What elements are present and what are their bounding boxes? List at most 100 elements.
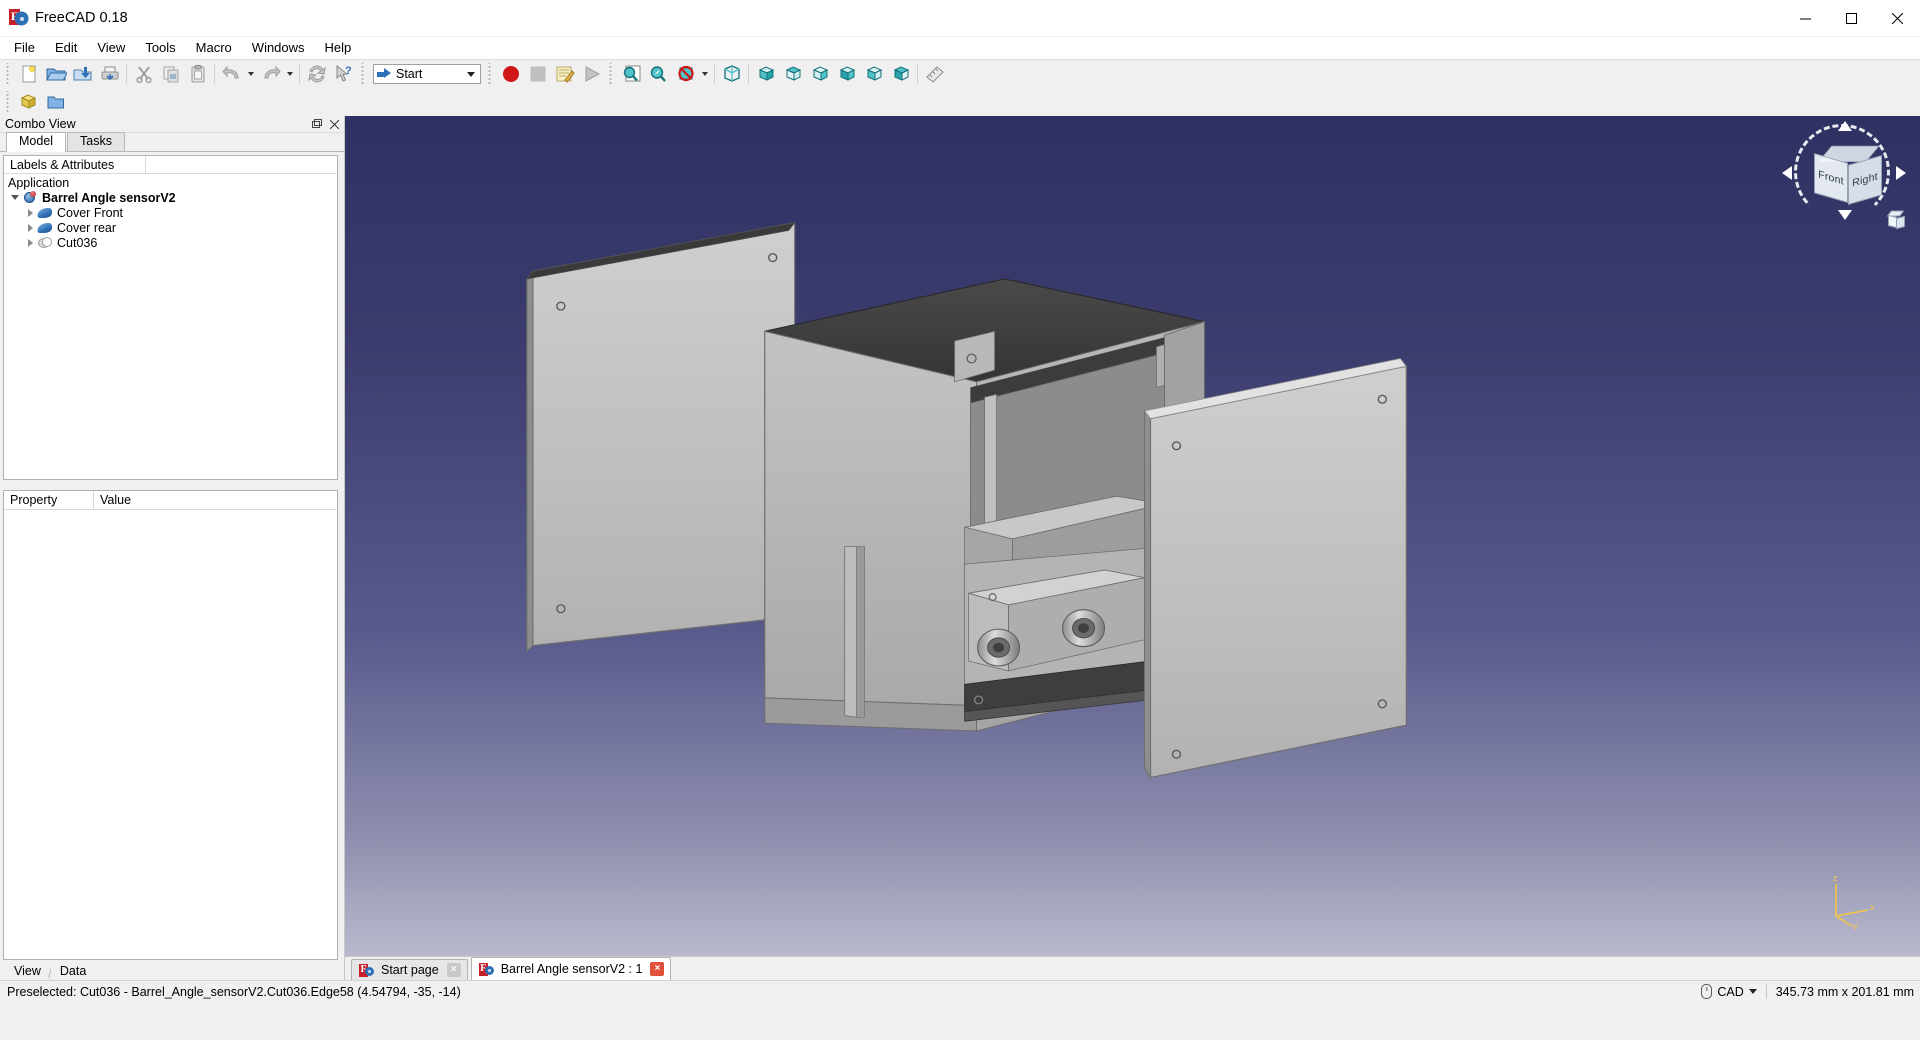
macro-stop-icon[interactable] <box>524 61 551 87</box>
undo-dropdown-arrow[interactable] <box>245 61 257 87</box>
property-editor-body[interactable] <box>4 510 337 959</box>
fit-all-icon[interactable] <box>618 61 645 87</box>
toolbar-separator <box>126 64 127 84</box>
nav-cube-right-face[interactable]: Right <box>1848 155 1882 205</box>
paste-icon[interactable] <box>184 61 211 87</box>
open-document-icon[interactable] <box>42 61 69 87</box>
menu-file-label: File <box>14 39 35 55</box>
copy-icon[interactable] <box>157 61 184 87</box>
nav-cube-faces[interactable]: Front Right <box>1808 136 1882 208</box>
toolbar-row-1: ? Start <box>0 60 1920 88</box>
close-button[interactable] <box>1874 0 1920 37</box>
nav-arrow-left-icon[interactable] <box>1782 166 1792 180</box>
menu-macro[interactable]: Macro <box>186 38 242 58</box>
document-tab-barrel-angle-sensorv2[interactable]: F Barrel Angle sensorV2 : 1 × <box>470 957 672 980</box>
front-view-icon[interactable] <box>752 61 779 87</box>
minimize-button[interactable] <box>1782 0 1828 37</box>
toolbar-drag-handle[interactable] <box>5 91 12 113</box>
status-bar: Preselected: Cut036 - Barrel_Angle_senso… <box>0 980 1920 1002</box>
toolbar-drag-handle[interactable] <box>608 63 615 85</box>
toolbar-drag-handle[interactable] <box>487 63 494 85</box>
navigation-cube[interactable]: Front Right <box>1772 121 1912 252</box>
cover-rear-plate[interactable] <box>525 221 796 653</box>
cad-model[interactable] <box>345 116 1920 956</box>
macros-icon[interactable] <box>551 61 578 87</box>
rear-view-icon[interactable] <box>833 61 860 87</box>
menu-edit[interactable]: Edit <box>45 38 87 58</box>
cover-front-plate[interactable] <box>1143 358 1408 780</box>
chevron-down-icon[interactable] <box>8 191 22 205</box>
tab-tasks-label: Tasks <box>80 134 112 148</box>
menu-view[interactable]: View <box>87 38 135 58</box>
document-tab-start-page[interactable]: F Start page × <box>351 959 468 980</box>
toolbar-drag-handle[interactable] <box>5 63 12 85</box>
right-view-icon[interactable] <box>806 61 833 87</box>
menu-file[interactable]: File <box>4 38 45 58</box>
part-feature-icon <box>36 221 54 235</box>
combo-view-panel: Combo View Model Tasks Labels & Attribut… <box>0 116 344 980</box>
tree-item-cut036[interactable]: Cut036 <box>4 235 337 250</box>
print-document-icon[interactable] <box>96 61 123 87</box>
tab-data[interactable]: Data <box>50 962 96 979</box>
navigation-mode-selector[interactable]: CAD <box>1701 984 1757 999</box>
bottom-view-icon[interactable] <box>860 61 887 87</box>
save-document-icon[interactable] <box>69 61 96 87</box>
draw-style-dropdown-arrow[interactable] <box>699 61 711 87</box>
refresh-icon[interactable] <box>303 61 330 87</box>
create-part-icon[interactable] <box>15 89 42 115</box>
tree-root-application[interactable]: Application <box>4 175 337 190</box>
model-tree[interactable]: Labels & Attributes Application Barrel A… <box>3 155 338 480</box>
whats-this-icon[interactable]: ? <box>330 61 357 87</box>
tree-item-cover-front[interactable]: Cover Front <box>4 205 337 220</box>
menu-windows[interactable]: Windows <box>242 38 315 58</box>
tree-item-label: Cover rear <box>57 220 117 235</box>
nav-cube-front-face[interactable]: Front <box>1814 153 1848 203</box>
menu-windows-label: Windows <box>251 39 305 55</box>
draw-style-icon[interactable] <box>672 61 699 87</box>
tree-item-cover-rear[interactable]: Cover rear <box>4 220 337 235</box>
menu-help[interactable]: Help <box>315 38 362 58</box>
3d-viewport[interactable]: Front Right z x y <box>345 116 1920 956</box>
chevron-right-icon[interactable] <box>23 206 37 220</box>
tab-view[interactable]: View <box>5 962 50 979</box>
top-view-icon[interactable] <box>779 61 806 87</box>
tree-item-barrel-angle-sensorv2[interactable]: Barrel Angle sensorV2 <box>4 190 337 205</box>
toolbar-separator <box>714 64 715 84</box>
create-group-icon[interactable] <box>42 89 69 115</box>
toolbar-drag-handle[interactable] <box>360 63 367 85</box>
redo-dropdown-arrow[interactable] <box>284 61 296 87</box>
property-editor[interactable]: Property Value <box>3 490 338 960</box>
close-tab-button[interactable]: × <box>650 962 665 976</box>
property-column-value: Value <box>100 493 132 507</box>
menu-tools[interactable]: Tools <box>135 38 185 58</box>
nav-cube-home-icon[interactable] <box>1886 210 1906 230</box>
tree-column-labels: Labels & Attributes <box>4 156 146 173</box>
nav-arrow-right-icon[interactable] <box>1896 166 1906 180</box>
close-panel-button[interactable] <box>327 117 341 131</box>
property-editor-header: Property Value <box>4 491 337 510</box>
undo-icon[interactable] <box>218 61 245 87</box>
internal-sensor-assembly[interactable] <box>964 495 1165 722</box>
maximize-button[interactable] <box>1828 0 1874 37</box>
tab-model[interactable]: Model <box>6 132 67 152</box>
fit-selection-icon[interactable] <box>645 61 672 87</box>
workbench-selector[interactable]: Start <box>373 64 481 84</box>
close-tab-button[interactable]: × <box>446 963 461 977</box>
macro-record-icon[interactable] <box>497 61 524 87</box>
cut-icon[interactable] <box>130 61 157 87</box>
chevron-right-icon[interactable] <box>23 236 37 250</box>
measure-icon[interactable] <box>921 61 948 87</box>
new-document-icon[interactable] <box>15 61 42 87</box>
tab-tasks[interactable]: Tasks <box>67 132 125 151</box>
title-bar: F FreeCAD 0.18 <box>0 0 1920 37</box>
undock-button[interactable] <box>310 117 324 131</box>
nav-arrow-up-icon[interactable] <box>1838 121 1852 131</box>
macro-execute-icon[interactable] <box>578 61 605 87</box>
redo-icon[interactable] <box>257 61 284 87</box>
left-view-icon[interactable] <box>887 61 914 87</box>
nav-arrow-down-icon[interactable] <box>1838 210 1852 220</box>
toolbar-edit-group: ? <box>123 61 357 87</box>
axonometric-view-icon[interactable] <box>718 61 745 87</box>
toolbar-structure-group <box>2 89 69 115</box>
chevron-right-icon[interactable] <box>23 221 37 235</box>
